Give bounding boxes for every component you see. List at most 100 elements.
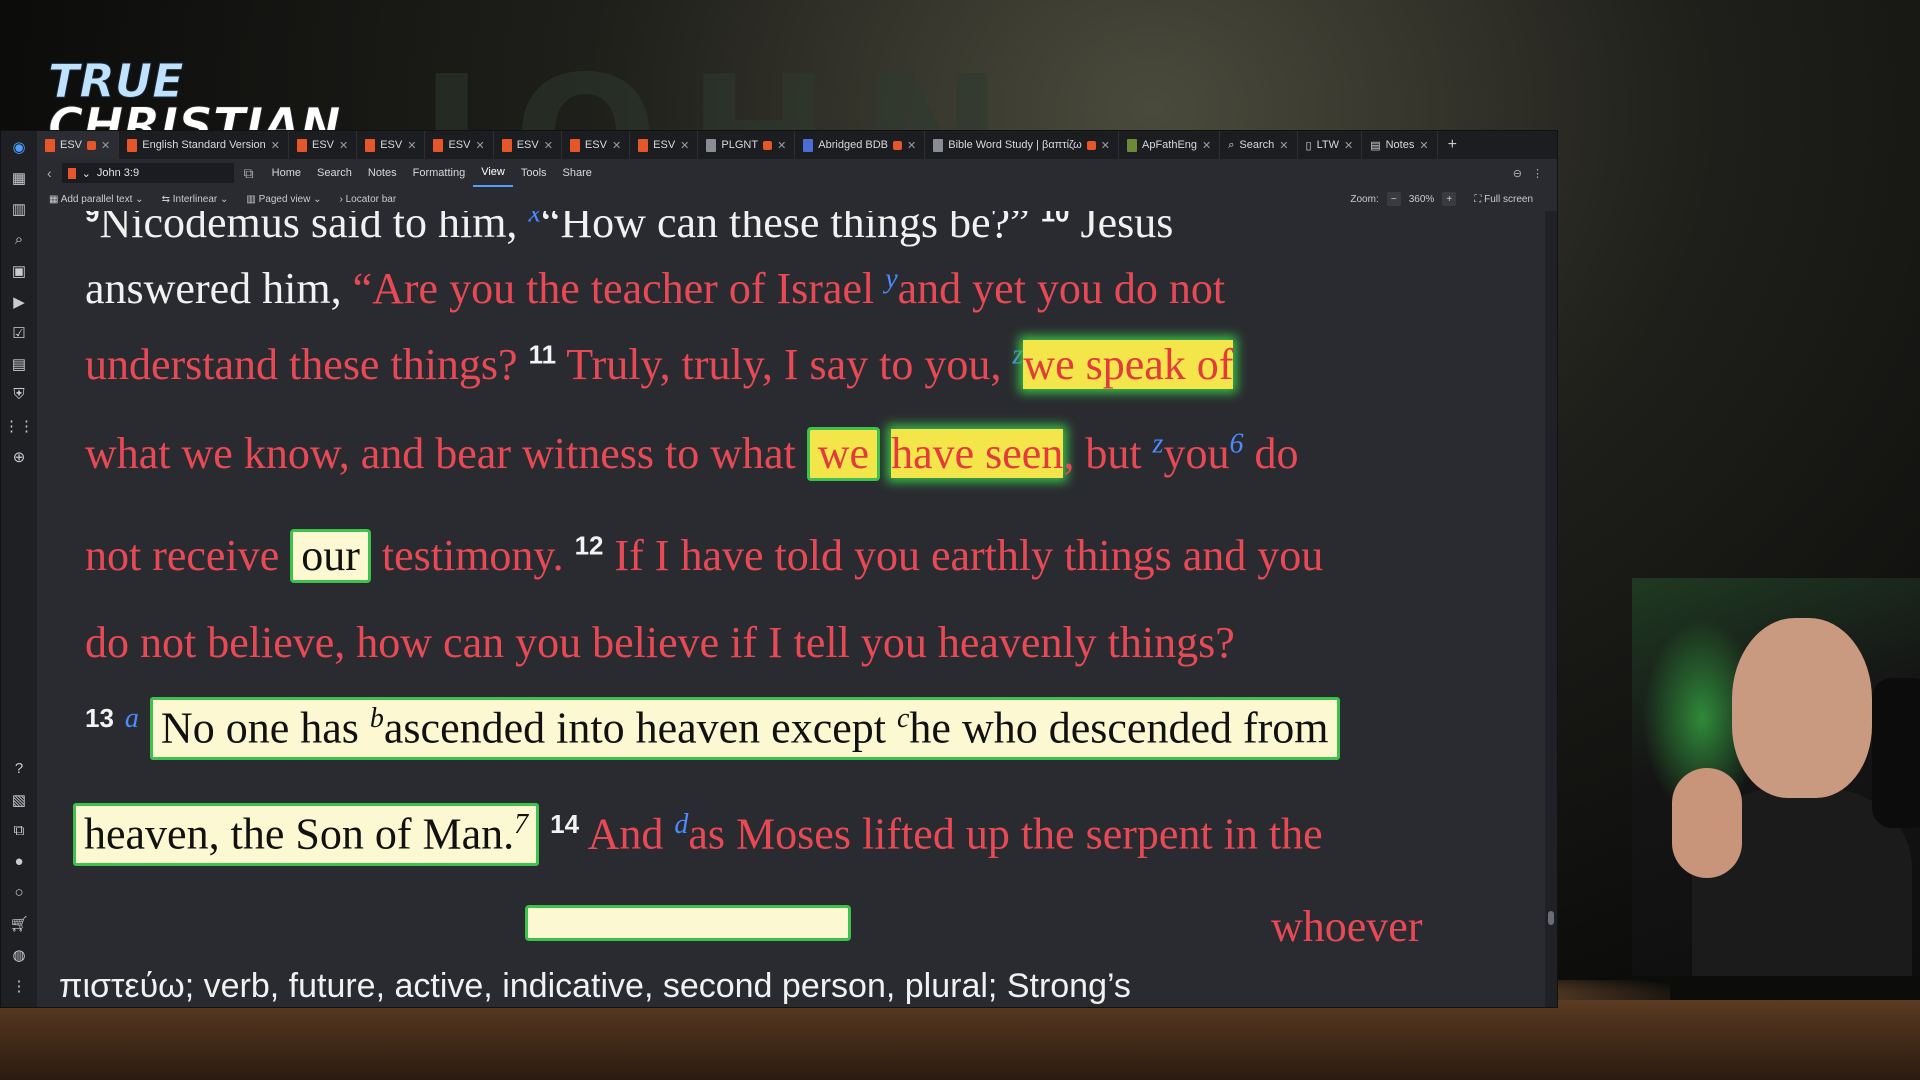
tab-esv-1[interactable]: ESV ✕ [37,131,120,159]
reference-box[interactable]: ⌄ John 3:9 [61,163,234,183]
highlighted-word[interactable]: we [806,427,881,482]
footnote-marker[interactable]: x [528,211,540,228]
menu-home[interactable]: Home [264,159,309,187]
dashboard-icon[interactable]: ▦ [1,162,37,193]
footnote-marker[interactable]: b [370,703,384,734]
panel-menu-icon[interactable]: ⊖ [1513,167,1522,180]
close-icon[interactable]: ✕ [101,139,110,152]
close-icon[interactable]: ✕ [612,139,621,152]
tab-ltw[interactable]: ▯ LTW ✕ [1298,131,1363,159]
add-icon[interactable]: ⊕ [1,441,37,472]
more-icon[interactable]: ⋮ [1,970,37,1001]
verse-number[interactable]: 12 [575,530,604,560]
documents-icon[interactable]: ▤ [1,348,37,379]
close-icon[interactable]: ✕ [271,139,280,152]
back-arrow-icon[interactable]: ‹ [37,165,62,181]
close-icon[interactable]: ✕ [1101,139,1110,152]
logos-home-icon[interactable]: ◉ [1,131,37,162]
menu-tools[interactable]: Tools [513,159,555,187]
text-line-5: not receive our testimony. 12 If I have … [85,529,1525,584]
footnote-marker[interactable]: 7 [514,809,528,840]
tab-plgnt[interactable]: PLGNT ✕ [698,131,796,159]
tab-english-standard-version[interactable]: English Standard Version ✕ [119,131,289,159]
footnote-marker[interactable]: c [897,703,909,734]
close-icon[interactable]: ✕ [907,139,916,152]
menu-view[interactable]: View [473,159,513,187]
close-icon[interactable]: ✕ [407,139,416,152]
more-options-icon[interactable]: ⋮ [1532,167,1543,180]
close-icon[interactable]: ✕ [339,139,348,152]
footnote-marker[interactable]: 6 [1229,428,1243,459]
tools-grid-icon[interactable]: ⋮⋮ [1,410,37,441]
search-icon[interactable]: ⌕ [1,224,37,255]
tab-esv-6[interactable]: ESV ✕ [562,131,631,159]
highlighted-word[interactable]: our [290,529,371,584]
verse-number[interactable]: 9 [85,211,99,227]
media-icon[interactable]: ▶ [1,286,37,317]
bible-text-reader[interactable]: 9Nicodemus said to him, x“How can these … [37,211,1545,1007]
locator-bar-button[interactable]: › Locator bar [340,194,397,205]
book-icon [638,138,649,152]
footnote-marker[interactable]: z [1153,428,1164,459]
footnote-marker[interactable]: y [885,263,897,294]
add-tab-icon[interactable]: + [1438,136,1467,154]
close-icon[interactable]: ✕ [475,139,484,152]
verse-number[interactable]: 14 [550,809,579,839]
close-icon[interactable]: ✕ [1202,139,1211,152]
highlighted-verse[interactable]: heaven, the Son of Man.7 [73,803,540,867]
tab-apfatheng[interactable]: ApFathEng ✕ [1119,131,1221,159]
full-screen-button[interactable]: ⛶ Full screen [1474,194,1557,205]
footnote-marker[interactable]: d [674,809,688,840]
zoom-in-button[interactable]: + [1442,192,1457,206]
add-parallel-text-button[interactable]: ▦ Add parallel text ⌄ [49,194,144,205]
menu-notes[interactable]: Notes [360,159,405,187]
library-icon[interactable]: ▥ [1,193,37,224]
cart-icon[interactable]: 🛒︎ [1,908,37,939]
sync-icon[interactable]: ● [1,846,37,877]
tab-notes[interactable]: ▤ Notes ✕ [1362,131,1438,159]
highlighted-verse[interactable]: No one has bascended into heaven except … [149,697,1340,761]
guides-icon[interactable]: ▣ [1,255,37,286]
scrollbar[interactable] [1545,211,1557,1007]
parallel-resources-icon[interactable]: ⧉ [234,165,264,182]
highlighted-phrase[interactable]: we speak of [1023,340,1234,389]
verse-number[interactable]: 11 [529,339,557,369]
chevron-down-icon[interactable]: ⌄ [82,167,91,180]
tab-search[interactable]: ⌕ Search ✕ [1220,131,1298,159]
tab-esv-7[interactable]: ESV ✕ [630,131,699,159]
verse-number[interactable]: 13 [85,703,114,733]
tab-abridged-bdb[interactable]: Abridged BDB ✕ [795,131,926,159]
help-icon[interactable]: ? [1,753,37,784]
paged-view-button[interactable]: ▥ Paged view ⌄ [246,194,321,205]
tab-esv-4[interactable]: ESV ✕ [425,131,494,159]
scrollbar-thumb[interactable] [1548,911,1554,925]
close-icon[interactable]: ✕ [1279,139,1288,152]
close-icon[interactable]: ✕ [680,139,689,152]
interlinear-button[interactable]: ⇆ Interlinear ⌄ [162,194,229,205]
highlighted-phrase-partial[interactable] [525,905,851,941]
export-icon[interactable]: ⧉ [1,815,37,846]
tab-esv-5[interactable]: ESV ✕ [494,131,562,159]
close-icon[interactable]: ✕ [544,139,553,152]
tasks-icon[interactable]: ☑ [1,317,37,348]
zoom-out-button[interactable]: − [1386,192,1401,206]
close-icon[interactable]: ✕ [1419,139,1428,152]
verse-number[interactable]: 10 [1041,211,1070,227]
highlighted-phrase[interactable]: have seen [891,429,1064,478]
text-line-9-partial: whoever [85,901,1525,952]
account-icon[interactable]: ◍ [1,939,37,970]
close-icon[interactable]: ✕ [1344,139,1353,152]
shield-icon[interactable]: ⛨ [1,379,37,410]
tab-bible-word-study[interactable]: Bible Word Study | βαπτίζω ✕ [925,131,1119,159]
tab-esv-3[interactable]: ESV ✕ [357,131,426,159]
menu-formatting[interactable]: Formatting [405,159,474,187]
close-icon[interactable]: ✕ [777,139,786,152]
menu-share[interactable]: Share [555,159,600,187]
footnote-marker[interactable]: z [1012,339,1023,370]
layouts-icon[interactable]: ▧ [1,784,37,815]
menu-search[interactable]: Search [309,159,360,187]
study-icon [933,138,944,152]
tab-esv-2[interactable]: ESV ✕ [289,131,358,159]
footnote-marker[interactable]: a [125,703,139,734]
link-badge-icon [893,140,903,150]
